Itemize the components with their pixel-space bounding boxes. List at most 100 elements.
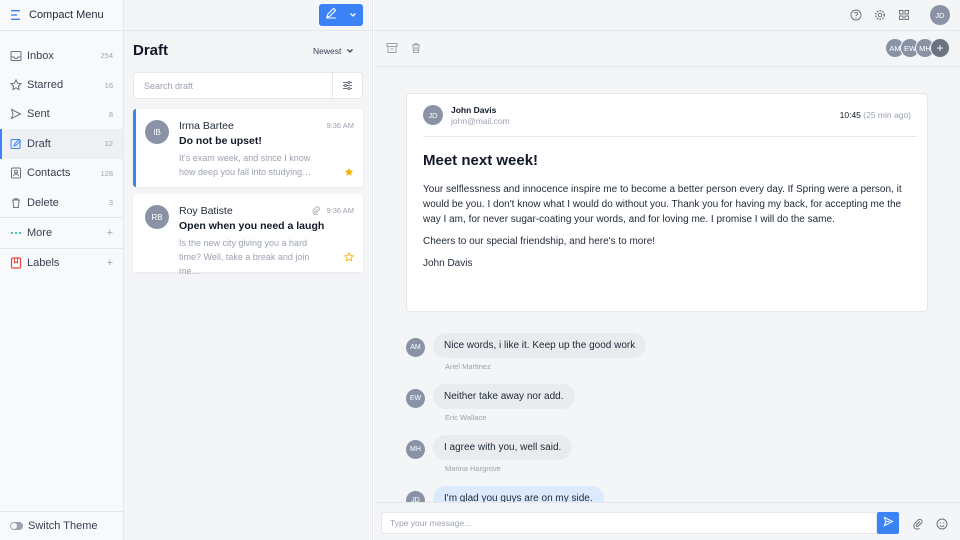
- apps-grid-icon[interactable]: [898, 9, 910, 21]
- send-icon: [883, 514, 894, 532]
- trash-icon[interactable]: [410, 42, 422, 54]
- brand[interactable]: Compact Menu: [0, 0, 123, 31]
- message-time: 9:36 AM: [326, 121, 354, 130]
- email-paragraph: Cheers to our special friendship, and he…: [423, 236, 656, 247]
- search-input[interactable]: [134, 80, 332, 91]
- message-subject: Open when you need a laugh: [179, 220, 325, 232]
- trash-icon: [10, 197, 22, 209]
- message-time-text: 9:36 AM: [326, 206, 354, 215]
- chat-message: AM Nice words, i like it. Keep up the go…: [406, 333, 706, 371]
- sender-name: John Davis: [451, 105, 497, 115]
- menu-icon[interactable]: [11, 10, 23, 20]
- sidebar-item-count: 254: [100, 51, 113, 61]
- sidebar-item-draft[interactable]: Draft 12: [0, 129, 123, 159]
- chat-sender: Ariel Martinez: [445, 362, 491, 371]
- avatar: AM: [406, 338, 425, 357]
- star-filled-icon[interactable]: [344, 167, 354, 177]
- compose-button[interactable]: [319, 4, 363, 26]
- add-label-icon[interactable]: +: [107, 257, 113, 269]
- avatar: JD: [423, 105, 443, 125]
- sidebar-item-label: Starred: [27, 79, 64, 92]
- chat-bubble: I agree with you, well said.: [433, 435, 573, 460]
- email-time: 10:45 (25 min ago): [840, 110, 911, 120]
- chevron-down-icon: [346, 47, 354, 55]
- help-icon[interactable]: [850, 9, 862, 21]
- sidebar-item-label: Contacts: [27, 167, 71, 180]
- sidebar: Compact Menu Inbox 254 Starred 16 Sent 8…: [0, 0, 124, 540]
- email-signature: John Davis: [423, 258, 473, 269]
- draft-icon: [10, 138, 22, 150]
- chat-sender: Marina Hargrove: [445, 464, 501, 473]
- paperclip-icon: [312, 206, 321, 215]
- sidebar-item-delete[interactable]: Delete 3: [0, 188, 123, 217]
- bookmark-icon: [10, 257, 22, 270]
- switch-theme-button[interactable]: Switch Theme: [0, 511, 123, 540]
- sidebar-item-count: 3: [108, 198, 113, 208]
- sidebar-item-label: Labels: [27, 257, 60, 270]
- sidebar-item-label: Inbox: [27, 49, 54, 62]
- contacts-icon: [10, 167, 22, 179]
- sender-name: Roy Batiste: [179, 205, 233, 217]
- user-avatar[interactable]: JD: [930, 5, 950, 25]
- sidebar-item-label: Sent: [27, 108, 50, 121]
- message-input[interactable]: [381, 512, 877, 534]
- folder-title: Draft: [133, 42, 169, 59]
- switch-theme-label: Switch Theme: [28, 520, 98, 532]
- reading-pane: JD AM EW MH + JD John Davis john@mail.co…: [374, 0, 960, 540]
- chevron-down-icon[interactable]: [349, 6, 357, 24]
- add-participant-button[interactable]: +: [930, 38, 950, 58]
- sidebar-item-labels[interactable]: Labels +: [0, 249, 123, 278]
- more-icon: [10, 227, 22, 239]
- avatar: IB: [145, 120, 169, 144]
- search-box: [133, 72, 363, 99]
- chat-bubble: Neither take away nor add.: [433, 384, 575, 409]
- chat-sender: Eric Wallace: [445, 413, 487, 422]
- chat-message: MH I agree with you, well said. Marina H…: [406, 435, 706, 473]
- divider: [423, 136, 917, 137]
- sidebar-item-more[interactable]: More +: [0, 218, 123, 247]
- message-time-text: 9:36 AM: [326, 121, 354, 130]
- filter-icon[interactable]: [332, 73, 362, 98]
- top-bar: JD: [374, 0, 960, 31]
- inbox-icon: [10, 50, 22, 62]
- message-subject: Do not be upset!: [179, 135, 262, 147]
- paperclip-icon[interactable]: [912, 518, 924, 530]
- message-composer: [374, 502, 960, 540]
- email-time-value: 10:45: [839, 110, 861, 120]
- pencil-icon: [325, 6, 337, 24]
- divider: [124, 30, 373, 31]
- emoji-icon[interactable]: [936, 518, 948, 530]
- sidebar-item-count: 8: [108, 109, 113, 119]
- sidebar-item-label: Delete: [27, 196, 59, 209]
- sort-dropdown[interactable]: Newest: [313, 46, 354, 56]
- send-button[interactable]: [877, 512, 899, 534]
- sidebar-item-starred[interactable]: Starred 16: [0, 70, 123, 99]
- sender-name: Irma Bartee: [179, 120, 234, 132]
- email-time-ago: (25 min ago): [863, 110, 911, 120]
- sidebar-item-inbox[interactable]: Inbox 254: [0, 41, 123, 70]
- message-time: 9:36 AM: [312, 206, 354, 215]
- message-card[interactable]: RB Roy Batiste 9:36 AM Open when you nee…: [133, 194, 363, 276]
- chat-bubble: Nice words, i like it. Keep up the good …: [433, 333, 647, 358]
- sidebar-item-contacts[interactable]: Contacts 128: [0, 159, 123, 188]
- email-card: JD John Davis john@mail.com 10:45 (25 mi…: [406, 93, 928, 312]
- sidebar-item-label: Draft: [27, 137, 51, 150]
- email-body: Your selflessness and innocence inspire …: [423, 182, 905, 278]
- avatar: EW: [406, 389, 425, 408]
- add-more-icon[interactable]: +: [107, 227, 113, 239]
- send-icon: [10, 108, 22, 120]
- sidebar-item-sent[interactable]: Sent 8: [0, 100, 123, 129]
- sidebar-item-label: More: [27, 227, 53, 240]
- star-icon: [10, 79, 22, 91]
- sidebar-item-count: 12: [104, 139, 113, 149]
- message-list-pane: Draft Newest IB Irma Bartee 9:36 AM Do n…: [124, 0, 373, 540]
- archive-icon[interactable]: [386, 42, 398, 54]
- email-paragraph: Your selflessness and innocence inspire …: [423, 184, 902, 225]
- gear-icon[interactable]: [874, 9, 886, 21]
- chat-message: EW Neither take away nor add. Eric Walla…: [406, 384, 706, 422]
- message-card[interactable]: IB Irma Bartee 9:36 AM Do not be upset! …: [133, 109, 363, 187]
- message-preview: It's exam week, and since I know how dee…: [179, 153, 312, 177]
- toggle-icon[interactable]: [10, 522, 23, 530]
- star-outline-icon[interactable]: [344, 252, 354, 262]
- sidebar-item-count: 16: [104, 80, 113, 90]
